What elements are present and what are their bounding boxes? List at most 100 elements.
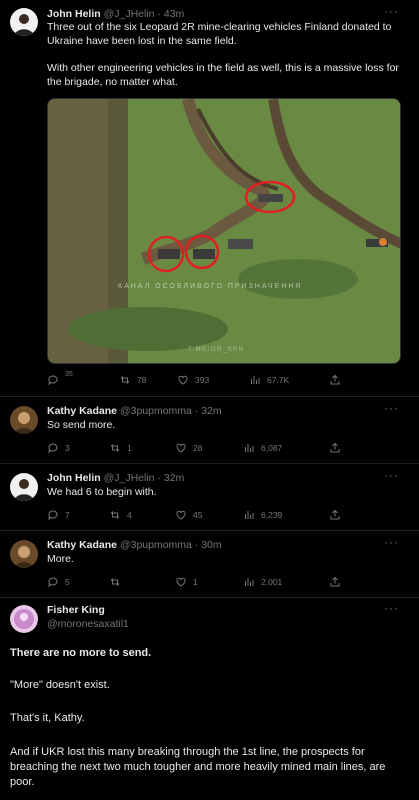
avatar[interactable]: [10, 406, 38, 434]
retweet-button[interactable]: 1: [109, 442, 132, 454]
share-icon: [330, 374, 340, 385]
author-name[interactable]: John Helin: [47, 472, 101, 484]
retweet-button[interactable]: 78: [119, 374, 146, 386]
views-button[interactable]: 6,239: [243, 509, 282, 521]
share-button[interactable]: [329, 442, 341, 454]
tweet-reply[interactable]: John Helin @J_JHelin · 32m ··· We had 6 …: [0, 463, 419, 529]
retweet-button[interactable]: [109, 576, 127, 588]
reply-icon: [48, 510, 58, 521]
more-options-icon[interactable]: ···: [384, 535, 399, 549]
tweet-header: Kathy Kadane @3pupmomma · 30m: [47, 539, 222, 551]
heart-icon: [176, 577, 186, 587]
avatar[interactable]: [10, 8, 38, 36]
tweet-text: We had 6 to begin with.: [47, 486, 157, 498]
more-options-icon[interactable]: ···: [384, 468, 399, 482]
tweet-text: Three out of the six Leopard 2R mine-cle…: [47, 21, 392, 47]
share-icon: [330, 442, 340, 453]
tweet-reply[interactable]: Kathy Kadane @3pupmomma · 32m ··· So sen…: [0, 396, 419, 462]
view-count: 67.7K: [267, 375, 290, 385]
share-button[interactable]: [329, 576, 341, 588]
share-icon: [330, 576, 340, 587]
tweet-actions: 35 78 393 67.7K: [47, 370, 347, 388]
like-count: 393: [195, 375, 210, 385]
tweet-text: More.: [47, 553, 74, 565]
reply-button[interactable]: 3: [47, 442, 70, 454]
views-icon: [245, 511, 254, 519]
tweet-header: Fisher King @moronesaxatil1: [47, 604, 129, 630]
author-name[interactable]: Kathy Kadane: [47, 405, 117, 417]
author-name[interactable]: Fisher King: [47, 604, 129, 616]
author-handle[interactable]: @J_JHelin · 43m: [104, 8, 185, 20]
like-button[interactable]: 45: [175, 509, 202, 521]
tweet-text-2: With other engineering vehicles in the f…: [47, 62, 399, 88]
tweet-text-p4: And if UKR lost this many breaking throu…: [10, 746, 386, 788]
tweet-actions: 5 1 2,001: [47, 576, 347, 590]
views-icon: [251, 376, 260, 384]
view-count: 6,087: [261, 443, 283, 453]
author-handle[interactable]: @3pupmomma · 32m: [120, 405, 222, 417]
tweet-text-p3: That's it, Kathy.: [10, 712, 85, 724]
like-button[interactable]: 393: [177, 374, 209, 386]
tweet-photo[interactable]: КАНАЛ ОСОБЛИВОГО ПРИЗНАЧЕННЯ T.ME/OR_SPN: [47, 98, 401, 364]
author-handle[interactable]: @moronesaxatil1: [47, 618, 129, 630]
like-button[interactable]: 28: [175, 442, 202, 454]
author-handle[interactable]: @3pupmomma · 30m: [120, 539, 222, 551]
retweet-icon: [120, 376, 130, 384]
photo-watermark-2: T.ME/OR_SPN: [188, 347, 245, 353]
more-options-icon[interactable]: ···: [384, 4, 399, 18]
tweet-text: So send more.: [47, 419, 116, 431]
share-button[interactable]: [329, 374, 341, 386]
heart-icon: [178, 375, 188, 385]
retweet-count: 78: [137, 375, 147, 385]
heart-icon: [176, 510, 186, 520]
reply-count: 35: [65, 370, 73, 378]
reply-button[interactable]: 35: [47, 370, 73, 386]
like-count: 45: [193, 510, 203, 520]
author-name[interactable]: Kathy Kadane: [47, 539, 117, 551]
more-options-icon[interactable]: ···: [384, 601, 399, 615]
retweet-icon: [110, 578, 120, 586]
avatar[interactable]: [10, 605, 38, 633]
views-icon: [245, 578, 254, 586]
tweet-text-p1: There are no more to send.: [10, 647, 152, 659]
reply-icon: [48, 443, 58, 454]
reply-icon: [48, 577, 58, 588]
like-button[interactable]: 1: [175, 576, 198, 588]
tweet-actions: 3 1 28 6,087: [47, 442, 347, 456]
views-button[interactable]: 2,001: [243, 576, 282, 588]
retweet-button[interactable]: 4: [109, 509, 132, 521]
views-button[interactable]: 6,087: [243, 442, 282, 454]
tweet-header: Kathy Kadane @3pupmomma · 32m: [47, 405, 222, 417]
author-name[interactable]: John Helin: [47, 8, 101, 20]
reply-count: 3: [65, 443, 70, 453]
view-count: 2,001: [261, 577, 283, 587]
retweet-icon: [110, 444, 120, 452]
heart-icon: [176, 443, 186, 453]
reply-icon: [48, 375, 58, 386]
reply-button[interactable]: 7: [47, 509, 70, 521]
like-count: 1: [193, 577, 198, 587]
retweet-count: 1: [127, 443, 132, 453]
tweet-text-p2: "More" doesn't exist.: [10, 679, 110, 691]
more-options-icon[interactable]: ···: [384, 401, 399, 415]
tweet-header: John Helin @J_JHelin · 32m: [47, 472, 184, 484]
tweet-main[interactable]: John Helin @J_JHelin · 43m ··· Three out…: [0, 0, 419, 395]
like-count: 28: [193, 443, 203, 453]
avatar[interactable]: [10, 473, 38, 501]
views-button[interactable]: 67.7K: [249, 374, 289, 386]
avatar[interactable]: [10, 540, 38, 568]
tweet-reply[interactable]: Kathy Kadane @3pupmomma · 30m ··· More. …: [0, 530, 419, 596]
tweet-actions: 7 4 45 6,239: [47, 509, 347, 523]
views-icon: [245, 444, 254, 452]
share-button[interactable]: [329, 509, 341, 521]
retweet-count: 4: [127, 510, 132, 520]
retweet-icon: [110, 511, 120, 519]
tweet-header: John Helin @J_JHelin · 43m: [47, 8, 184, 20]
view-count: 6,239: [261, 510, 283, 520]
reply-count: 5: [65, 577, 70, 587]
share-icon: [330, 509, 340, 520]
reply-button[interactable]: 5: [47, 576, 70, 588]
author-handle[interactable]: @J_JHelin · 32m: [104, 472, 185, 484]
tweet-focused[interactable]: Fisher King @moronesaxatil1 ··· There ar…: [0, 597, 419, 800]
reply-count: 7: [65, 510, 70, 520]
